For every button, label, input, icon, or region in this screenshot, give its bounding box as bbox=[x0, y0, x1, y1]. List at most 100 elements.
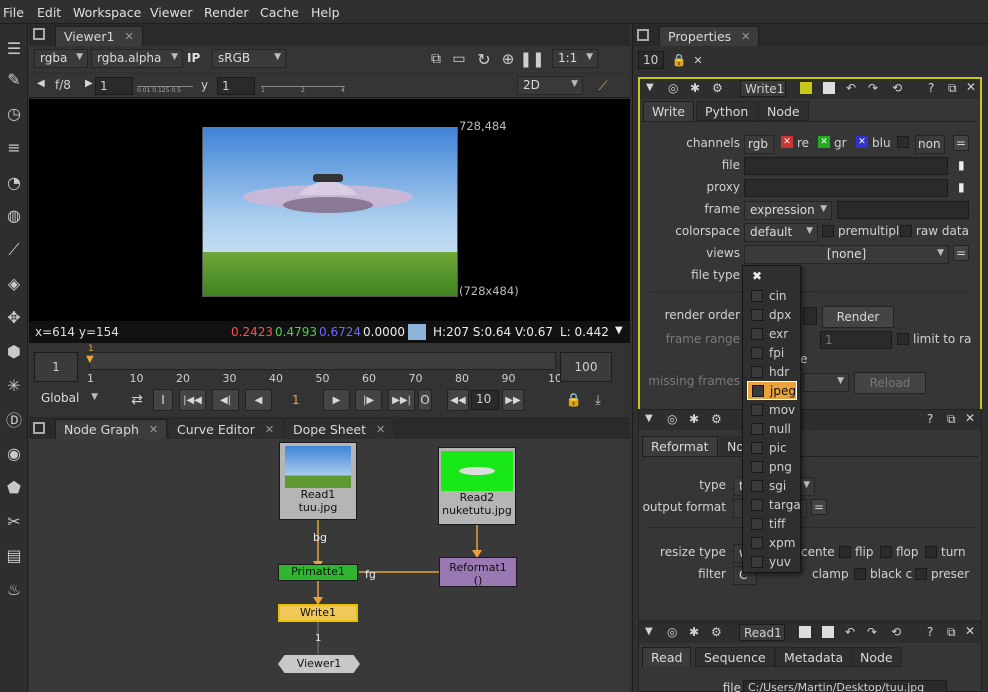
node-graph[interactable]: Read1 tuu.jpg bg Read2 nuketutu.jpg Prim… bbox=[29, 439, 630, 692]
file-type-option-cin[interactable]: cin bbox=[747, 286, 797, 305]
proxy-input[interactable] bbox=[744, 179, 948, 197]
missing-frames-select[interactable]: ▼ bbox=[803, 373, 849, 392]
tab-read[interactable]: Read bbox=[642, 647, 692, 667]
pane-menu-icon[interactable] bbox=[33, 28, 45, 40]
view-mode-combo[interactable]: 2D ▼ bbox=[517, 76, 583, 95]
node-color-icon[interactable]: ✱ bbox=[689, 412, 699, 426]
file-type-option-tiff[interactable]: tiff bbox=[747, 514, 797, 533]
channels-combo[interactable]: rgba ▼ bbox=[34, 49, 88, 68]
tab-read-node[interactable]: Node bbox=[851, 647, 902, 667]
node-name-field[interactable]: Write1 bbox=[740, 80, 786, 97]
file-type-option-fpi[interactable]: fpi bbox=[747, 343, 797, 362]
keyer-icon[interactable]: ⟋ bbox=[2, 238, 26, 262]
info-menu-icon[interactable]: ▼ bbox=[615, 325, 623, 336]
menu-edit[interactable]: Edit bbox=[37, 5, 61, 20]
viewer-input-icon[interactable]: ◎ bbox=[668, 81, 678, 95]
first-frame-icon[interactable]: |◀◀ bbox=[179, 389, 206, 411]
close-panel-icon[interactable]: ✕ bbox=[965, 624, 975, 638]
file-type-option-jpeg[interactable]: jpeg bbox=[747, 381, 797, 400]
roi-icon[interactable]: ▭ bbox=[450, 50, 468, 68]
tab-metadata[interactable]: Metadata bbox=[775, 647, 853, 667]
revert-icon[interactable]: ⟲ bbox=[891, 625, 901, 639]
undo-icon[interactable]: ↶ bbox=[846, 81, 856, 95]
in-point-button[interactable]: I bbox=[153, 389, 173, 411]
collapse-icon[interactable]: ▼ bbox=[645, 626, 653, 637]
tab-sequence[interactable]: Sequence bbox=[695, 647, 775, 667]
dropdown-close-icon[interactable]: ✖ bbox=[752, 269, 762, 283]
step-input[interactable]: 10 bbox=[471, 390, 499, 410]
settings-icon[interactable]: ⚙ bbox=[712, 81, 723, 95]
refresh-icon[interactable]: ↻ bbox=[475, 50, 493, 69]
flipbook-icon[interactable]: ⤓ bbox=[589, 391, 607, 409]
tab-reformat[interactable]: Reformat bbox=[642, 436, 718, 456]
play-forward-icon[interactable]: ▶ bbox=[323, 389, 350, 411]
flip-checkbox[interactable] bbox=[839, 546, 851, 558]
viewer-node[interactable]: Viewer1 bbox=[278, 655, 360, 673]
file-browse-icon[interactable]: ▮ bbox=[958, 158, 965, 172]
viewer-input-icon[interactable]: ◎ bbox=[667, 412, 677, 426]
settings-icon[interactable]: ⚙ bbox=[711, 412, 722, 426]
tab-node[interactable]: Node bbox=[758, 101, 809, 121]
gain-right-arrow[interactable]: ▶ bbox=[85, 78, 93, 89]
time-icon[interactable]: ◷ bbox=[2, 101, 26, 125]
clipping-icon[interactable]: ⧉ bbox=[427, 50, 445, 68]
raw-data-checkbox[interactable] bbox=[900, 225, 912, 237]
frame-mode-select[interactable]: expression ▼ bbox=[744, 201, 832, 220]
gain-left-arrow[interactable]: ◀ bbox=[37, 78, 45, 89]
premultiplied-checkbox[interactable] bbox=[822, 225, 834, 237]
tab-python[interactable]: Python bbox=[696, 101, 758, 121]
node-color-icon[interactable]: ✱ bbox=[689, 625, 699, 639]
menu-cache[interactable]: Cache bbox=[260, 5, 299, 20]
font-color-icon[interactable] bbox=[823, 82, 835, 94]
lock-icon[interactable]: 🔒 bbox=[565, 391, 583, 409]
tab-node-graph[interactable]: Node Graph ✕ bbox=[55, 419, 168, 439]
tab-viewer[interactable]: Viewer1 ✕ bbox=[55, 26, 143, 46]
ip-button[interactable]: IP bbox=[187, 51, 200, 65]
last-frame-icon[interactable]: ▶▶| bbox=[388, 389, 415, 411]
revert-icon[interactable]: ⟲ bbox=[892, 81, 902, 95]
node-color-icon[interactable]: ✱ bbox=[690, 81, 700, 95]
file-type-option-yuv[interactable]: yuv bbox=[747, 552, 797, 571]
end-frame-input[interactable]: 100 bbox=[560, 352, 612, 382]
read1-node[interactable]: Read1 tuu.jpg bbox=[279, 442, 357, 520]
file-type-option-sgi[interactable]: sgi bbox=[747, 476, 797, 495]
file-type-option-pic[interactable]: pic bbox=[747, 438, 797, 457]
gamma-input[interactable]: 1 bbox=[217, 77, 255, 95]
frame-expression-input[interactable] bbox=[837, 201, 969, 219]
lock-panels-icon[interactable]: 🔒 bbox=[671, 52, 687, 68]
write-node[interactable]: Write1 bbox=[278, 604, 358, 622]
read-node-name-field[interactable]: Read1 bbox=[739, 624, 785, 641]
close-icon[interactable]: ✕ bbox=[265, 423, 274, 436]
close-icon[interactable]: ✕ bbox=[124, 30, 133, 43]
file-type-option-null[interactable]: null bbox=[747, 419, 797, 438]
pane-menu-icon-2[interactable] bbox=[33, 422, 45, 434]
file-type-option-targa[interactable]: targa bbox=[747, 495, 801, 514]
playback-mode-icon[interactable]: ⇄ bbox=[127, 390, 147, 410]
close-panel-icon[interactable]: ✕ bbox=[965, 411, 975, 425]
render-button[interactable]: Render bbox=[822, 306, 894, 328]
pane-menu-icon-3[interactable] bbox=[637, 29, 649, 41]
help-icon[interactable]: ? bbox=[927, 625, 933, 639]
out-point-button[interactable]: O bbox=[418, 389, 432, 411]
other-icon[interactable]: ✂ bbox=[2, 509, 26, 533]
primatte-node[interactable]: Primatte1 bbox=[278, 564, 358, 581]
alpha-combo[interactable]: rgba.alpha ▼ bbox=[91, 49, 183, 68]
reload-button[interactable]: Reload bbox=[854, 372, 926, 394]
playhead-marker[interactable]: ▼ bbox=[86, 354, 94, 365]
render-order-input[interactable] bbox=[803, 307, 817, 325]
black-outside-checkbox[interactable] bbox=[854, 568, 866, 580]
step-back-icon[interactable]: ◀◀ bbox=[447, 389, 469, 411]
play-back-icon[interactable]: ◀ bbox=[245, 389, 272, 411]
close-panel-icon[interactable]: ✕ bbox=[966, 80, 976, 94]
file-type-option-png[interactable]: png bbox=[747, 457, 797, 476]
color-icon[interactable]: ◔ bbox=[2, 170, 26, 194]
viewer-canvas[interactable]: 728,484 (728x484) bbox=[29, 99, 630, 321]
colorspace-combo[interactable]: sRGB ▼ bbox=[212, 49, 286, 68]
color-picker-icon[interactable]: ⟋ bbox=[594, 77, 612, 95]
metadata-icon[interactable]: ⬟ bbox=[2, 475, 26, 499]
views-link-button[interactable]: = bbox=[953, 245, 969, 261]
furnace-icon[interactable]: ♨ bbox=[2, 577, 26, 601]
float-icon[interactable]: ⧉ bbox=[947, 412, 956, 427]
float-icon[interactable]: ⧉ bbox=[948, 81, 957, 96]
file-type-option-mov[interactable]: mov bbox=[747, 400, 797, 419]
